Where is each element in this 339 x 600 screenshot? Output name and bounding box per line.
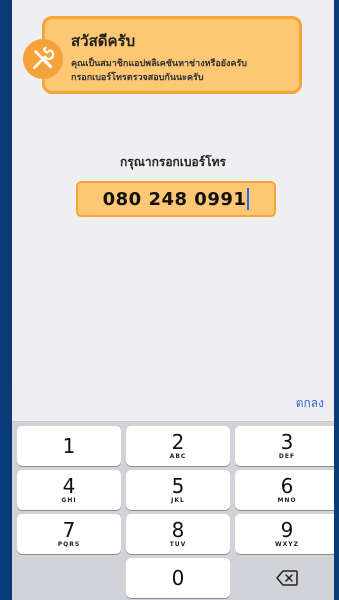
- key-letters: PQRS: [57, 541, 81, 548]
- key-1[interactable]: 1: [17, 426, 121, 466]
- phone-prompt-label: กรุณากรอกเบอร์โทร: [120, 155, 226, 169]
- key-0[interactable]: 0: [126, 558, 230, 598]
- key-letters: JKL: [171, 497, 185, 504]
- key-digit: 7: [62, 518, 76, 542]
- key-letters: WXYZ: [275, 541, 299, 548]
- key-letters: MNO: [277, 497, 297, 504]
- app-screen: สวัสดีครับ คุณเป็นสมาชิกแอปพลิเคชันหาช่า…: [12, 0, 334, 600]
- key-digit: 3: [280, 430, 294, 454]
- key-digit: 8: [171, 518, 185, 542]
- key-3[interactable]: 3 DEF: [235, 426, 334, 466]
- done-button[interactable]: ตกลง: [296, 394, 324, 413]
- banner-subtitle: คุณเป็นสมาชิกแอปพลิเคชันหาช่างหรือยังครั…: [71, 57, 299, 85]
- tools-icon: [23, 39, 63, 79]
- banner-title: สวัสดีครับ: [71, 32, 136, 50]
- key-5[interactable]: 5 JKL: [126, 470, 230, 510]
- key-7[interactable]: 7 PQRS: [17, 514, 121, 554]
- key-digit: 5: [171, 474, 185, 498]
- key-4[interactable]: 4 GHI: [17, 470, 121, 510]
- key-2[interactable]: 2 ABC: [126, 426, 230, 466]
- key-digit: 9: [280, 518, 294, 542]
- key-digit: 1: [62, 434, 76, 458]
- welcome-banner: สวัสดีครับ คุณเป็นสมาชิกแอปพลิเคชันหาช่า…: [23, 16, 302, 94]
- text-caret: [247, 188, 250, 210]
- key-digit: 6: [280, 474, 294, 498]
- numeric-keyboard: ตกลง 1 2 ABC 3 DEF 4 GHI 5 JKL 6 MNO 7 P…: [12, 383, 334, 600]
- key-letters: GHI: [61, 497, 77, 504]
- key-digit: 2: [171, 430, 185, 454]
- key-letters: TUV: [169, 541, 187, 548]
- key-letters: ABC: [169, 453, 187, 460]
- key-9[interactable]: 9 WXYZ: [235, 514, 334, 554]
- delete-key[interactable]: [235, 558, 334, 598]
- banner-line-1: คุณเป็นสมาชิกแอปพลิเคชันหาช่างหรือยังครั…: [71, 59, 248, 69]
- key-letters: DEF: [278, 453, 296, 460]
- key-digit: 4: [62, 474, 76, 498]
- key-digit: 0: [171, 566, 185, 590]
- phone-number-value: 080 248 0991: [102, 188, 247, 210]
- backspace-icon: [276, 570, 298, 586]
- keyboard-toolbar: ตกลง: [12, 383, 334, 422]
- key-8[interactable]: 8 TUV: [126, 514, 230, 554]
- banner-line-2: กรอกเบอร์โทรตรวจสอบกันนะครับ: [71, 73, 204, 83]
- key-blank: [17, 558, 121, 598]
- phone-number-input[interactable]: 080 248 0991: [76, 181, 276, 217]
- key-6[interactable]: 6 MNO: [235, 470, 334, 510]
